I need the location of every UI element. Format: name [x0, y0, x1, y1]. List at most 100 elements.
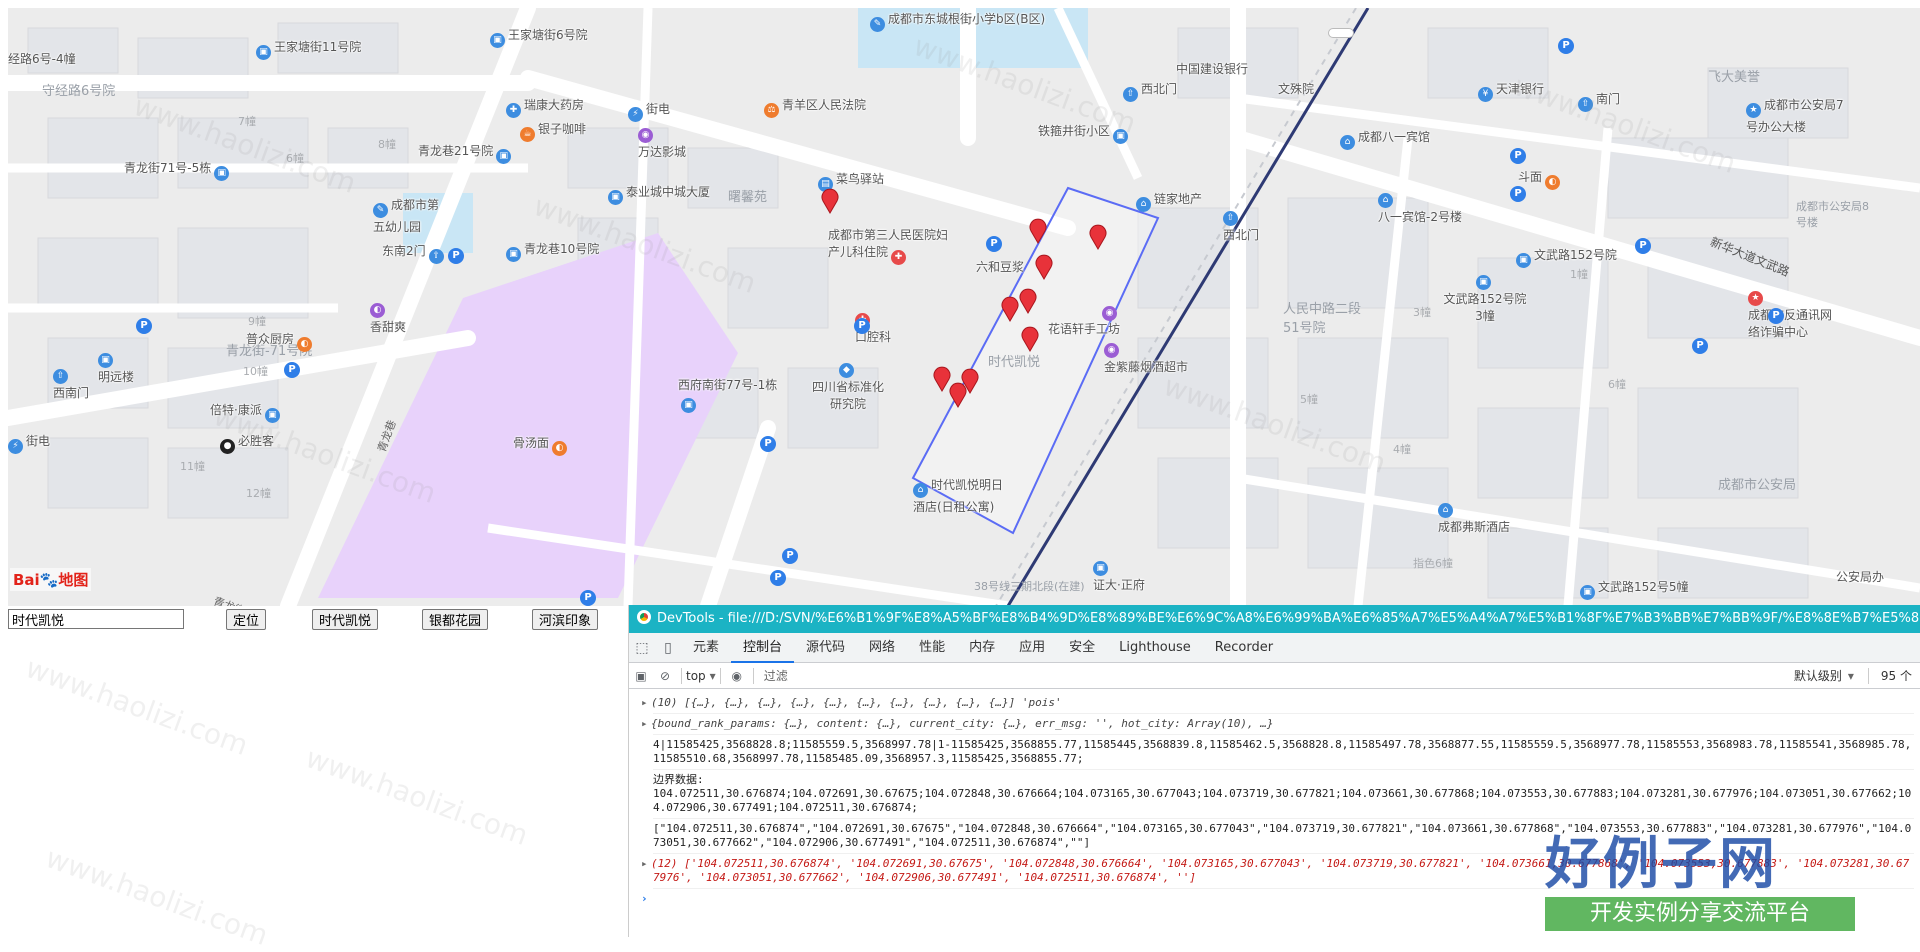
poi[interactable]: ▣ 王家塘街11号院 [256, 38, 361, 60]
parking-icon[interactable]: P [580, 590, 596, 606]
poi[interactable]: ⇧ 西南门 [53, 364, 89, 401]
poi[interactable]: ◉ 金紫藤烟酒超市 [1104, 338, 1188, 375]
clear-console-icon[interactable]: ⊘ [653, 669, 677, 683]
poi[interactable]: ⚡ 街电 [628, 100, 670, 122]
log-level-select[interactable]: 默认级别 [1794, 667, 1842, 684]
poi[interactable]: ▣ 文武路152号院 [1516, 246, 1617, 268]
poi[interactable]: ▣ 青龙巷10号院 [506, 240, 599, 262]
location-marker-icon[interactable] [820, 188, 840, 214]
poi[interactable]: ⌂ 时代凯悦明日酒店(日租公寓) [913, 476, 1013, 515]
console-log-row[interactable]: ▸ (10) [{…}, {…}, {…}, {…}, {…}, {…}, {…}… [641, 693, 1914, 714]
poi[interactable]: 六和豆浆 [976, 258, 1024, 275]
location-marker-icon[interactable] [1020, 326, 1040, 352]
poi[interactable]: 青龙巷21号院 ▣ [418, 142, 514, 164]
poi[interactable]: ¥ 天津银行 [1478, 80, 1544, 102]
tab-application[interactable]: 应用 [1007, 633, 1057, 663]
poi[interactable]: ⌂ 链家地产 [1136, 190, 1202, 212]
issues-count[interactable]: 95 个 [1881, 667, 1912, 684]
poi[interactable]: ⇧ 西北门 [1123, 80, 1177, 102]
parking-icon[interactable]: P [1558, 38, 1574, 54]
poi[interactable]: ✎ 成都市东城根街小学b区(B区) [870, 10, 1045, 32]
tab-memory[interactable]: 内存 [957, 633, 1007, 663]
parking-icon[interactable]: P [854, 318, 870, 334]
poi[interactable]: ▣ 证大·正府 [1093, 556, 1145, 593]
poi[interactable]: ● 必胜客 [220, 432, 274, 454]
location-marker-icon[interactable] [1000, 296, 1020, 322]
tab-performance[interactable]: 性能 [907, 633, 957, 663]
parking-icon[interactable]: P [1510, 186, 1526, 202]
inspect-element-icon[interactable]: ⬚ [629, 640, 655, 656]
poi[interactable]: ⇧ 西北门 [1223, 206, 1259, 243]
parking-icon[interactable]: P [1768, 308, 1784, 324]
poi[interactable]: 青龙街71号-5栋 ▣ [124, 159, 232, 181]
poi[interactable]: 铁箍井街小区 ▣ [1038, 122, 1131, 144]
parking-icon[interactable]: P [1510, 148, 1526, 164]
parking-icon[interactable]: P [448, 248, 464, 264]
poi[interactable]: ⌂ 成都弗斯酒店 [1438, 498, 1510, 535]
poi[interactable]: 斗面 ◐ [1518, 168, 1563, 190]
poi[interactable]: ⇧ 南门 [1578, 90, 1620, 112]
poi[interactable]: ◉ 万达影城 [638, 123, 686, 160]
poi[interactable]: ⌂ 八一宾馆-2号楼 [1378, 188, 1462, 225]
parking-icon[interactable]: P [760, 436, 776, 452]
poi[interactable]: ★ 成都市公安局7号办公大楼 [1746, 96, 1846, 135]
tab-sources[interactable]: 源代码 [794, 633, 857, 663]
location-marker-icon[interactable] [1088, 224, 1108, 250]
filter-input[interactable]: 过滤 [758, 667, 1794, 684]
poi[interactable]: ▣ 文武路152号5幢 [1580, 578, 1689, 600]
poi[interactable]: ✚ 瑞康大药房 [506, 96, 584, 118]
poi[interactable]: 西府南街77号-1栋▣ [678, 376, 778, 413]
location-marker-icon[interactable] [1018, 288, 1038, 314]
preset-button-3[interactable]: 河滨印象 [532, 609, 599, 630]
parking-icon[interactable]: P [136, 318, 152, 334]
preset-button-1[interactable]: 时代凯悦 [312, 609, 379, 630]
poi[interactable]: ▣ 明远楼 [98, 348, 134, 385]
poi[interactable]: 公安局办 [1836, 568, 1884, 585]
poi[interactable]: 中国建设银行 [1176, 60, 1248, 77]
parking-icon[interactable]: P [284, 362, 300, 378]
poi[interactable]: ✎ 成都市第五幼儿园 [373, 196, 443, 235]
parking-icon[interactable]: P [782, 548, 798, 564]
poi[interactable]: ⌂ 成都八一宾馆 [1340, 128, 1430, 150]
expand-arrow-icon[interactable]: ▸ [641, 857, 651, 871]
poi[interactable]: 普众厨房 ◐ [246, 330, 315, 352]
location-marker-icon[interactable] [1034, 254, 1054, 280]
tab-console[interactable]: 控制台 [731, 633, 795, 663]
poi[interactable]: ☕ 银子咖啡 [520, 120, 586, 142]
poi[interactable]: ◆ 四川省标准化研究院 [808, 358, 888, 412]
poi[interactable]: ★ 成都市反通讯网络诈骗中心 [1748, 286, 1838, 340]
poi[interactable]: 成都市第三人民医院妇产儿科住院 ✚ [828, 226, 948, 265]
console-log-row[interactable]: ▸ {bound_rank_params: {…}, content: {…}, … [641, 714, 1914, 735]
tab-security[interactable]: 安全 [1057, 633, 1107, 663]
location-marker-icon[interactable] [1028, 218, 1048, 244]
search-input[interactable] [8, 609, 184, 629]
expand-arrow-icon[interactable]: ▸ [641, 696, 651, 710]
poi[interactable]: 东南2门 ⇧ [382, 242, 447, 264]
poi[interactable]: 骨汤面 ◐ [513, 434, 570, 456]
locate-button[interactable]: 定位 [226, 609, 267, 630]
poi[interactable]: ⚖ 青羊区人民法院 [764, 96, 866, 118]
device-toolbar-icon[interactable]: ▯ [655, 640, 681, 656]
tab-recorder[interactable]: Recorder [1203, 633, 1285, 663]
parking-icon[interactable]: P [1635, 238, 1651, 254]
poi[interactable]: ⚡ 街电 [8, 432, 50, 454]
poi[interactable]: ▣ 文武路152号院3幢 [1440, 270, 1530, 324]
poi[interactable]: ◐ 香甜爽 [370, 298, 406, 335]
parking-icon[interactable]: P [1692, 338, 1708, 354]
tab-elements[interactable]: 元素 [681, 633, 731, 663]
preset-button-2[interactable]: 银都花园 [422, 609, 489, 630]
eye-icon[interactable]: ◉ [725, 669, 749, 683]
parking-icon[interactable]: P [770, 570, 786, 586]
tab-network[interactable]: 网络 [857, 633, 907, 663]
expand-arrow-icon[interactable]: ▸ [641, 717, 651, 731]
poi[interactable]: 倍特·康派 ▣ [210, 401, 283, 423]
poi[interactable]: ◉ 花语轩手工坊 [1048, 306, 1120, 337]
poi[interactable]: 经路6号-4幢 [8, 50, 76, 67]
poi[interactable]: ▣ 王家塘街6号院 [490, 26, 588, 48]
tab-lighthouse[interactable]: Lighthouse [1107, 633, 1203, 663]
parking-icon[interactable]: P [986, 236, 1002, 252]
location-marker-icon[interactable] [948, 382, 968, 408]
poi[interactable]: ▣ 泰业城中城大厦 [608, 183, 710, 205]
poi[interactable]: 文殊院 [1278, 80, 1314, 97]
context-select[interactable]: top [686, 669, 706, 683]
